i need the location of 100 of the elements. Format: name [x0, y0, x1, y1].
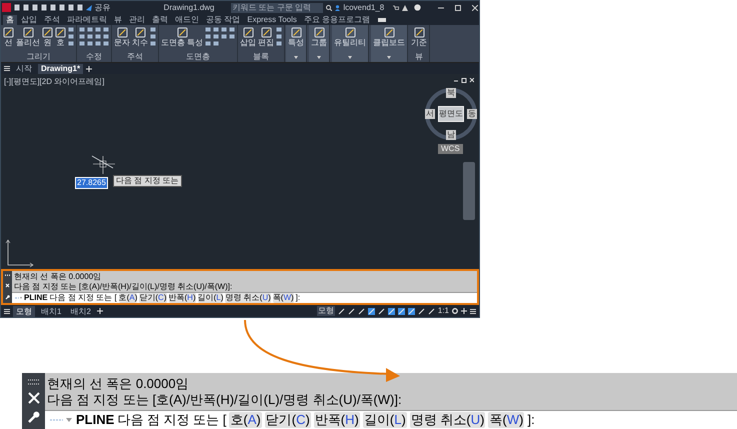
- viewport-label[interactable]: [-][평면도][2D 와이어프레임]: [4, 76, 104, 88]
- status-toggle-icon[interactable]: [428, 308, 435, 314]
- command-option[interactable]: 호(A): [118, 293, 138, 303]
- menu-icon[interactable]: [4, 308, 10, 314]
- annotation-scale[interactable]: 1:1: [438, 306, 449, 316]
- tool-icon[interactable]: [42, 27, 53, 38]
- tool-icon[interactable]: [176, 27, 188, 38]
- tool-label[interactable]: 원: [44, 38, 52, 48]
- ribbon-options-icon[interactable]: [378, 18, 386, 22]
- tool-label[interactable]: 치수: [132, 38, 148, 48]
- tool-icon[interactable]: [260, 27, 272, 38]
- tool-icon[interactable]: [116, 27, 128, 38]
- tool-icon[interactable]: [55, 27, 66, 38]
- compass-label[interactable]: 북: [446, 88, 456, 98]
- layout-tab[interactable]: 배치2: [67, 306, 94, 316]
- ribbon-tab[interactable]: 파라메트릭: [64, 15, 110, 25]
- tool-icon[interactable]: [22, 27, 34, 38]
- command-option[interactable]: 폭(W): [488, 412, 524, 428]
- minimize-icon[interactable]: [438, 4, 444, 10]
- tool-icon[interactable]: [384, 27, 395, 38]
- command-option[interactable]: 반폭(H): [314, 412, 360, 428]
- panel-title[interactable]: 주석: [127, 52, 143, 62]
- viewcube-face[interactable]: 평면도: [438, 106, 464, 122]
- status-toggle-icon[interactable]: [388, 308, 395, 314]
- grip-icon[interactable]: [5, 274, 10, 277]
- search-icon[interactable]: [326, 4, 332, 10]
- status-toggle-icon[interactable]: [378, 308, 385, 314]
- tool-label[interactable]: 폴리선: [16, 38, 40, 48]
- status-toggle-icon[interactable]: [408, 308, 415, 314]
- status-toggle-icon[interactable]: [368, 308, 375, 314]
- ribbon-tab[interactable]: 공동 작업: [203, 15, 244, 25]
- search-field[interactable]: 키워드 또는 구문 입력: [231, 2, 324, 12]
- tool-icon[interactable]: [290, 27, 302, 38]
- add-tab-icon[interactable]: [96, 308, 103, 314]
- tool-label[interactable]: 호: [56, 38, 64, 48]
- plus-icon[interactable]: [461, 308, 467, 314]
- share-label[interactable]: 공유: [94, 2, 111, 12]
- document-tab[interactable]: 시작: [13, 64, 35, 74]
- caret-icon[interactable]: [317, 56, 322, 58]
- status-toggle-icon[interactable]: [348, 308, 355, 314]
- status-toggle-icon[interactable]: [398, 308, 405, 314]
- panel-title[interactable]: 그리기: [26, 52, 50, 62]
- dynamic-input-field[interactable]: 27.8265: [75, 177, 108, 189]
- panel-title[interactable]: 뷰: [415, 52, 424, 62]
- ribbon-tab[interactable]: 삽입: [18, 15, 40, 25]
- caret-icon[interactable]: [294, 56, 298, 58]
- close-icon[interactable]: [472, 4, 478, 10]
- tool-icon[interactable]: [134, 27, 146, 38]
- compass-label[interactable]: 남: [446, 130, 456, 140]
- ribbon-tab[interactable]: 관리: [126, 15, 148, 25]
- ribbon-tab[interactable]: Express Tools: [244, 15, 300, 25]
- tool-icon[interactable]: [344, 27, 356, 38]
- viewport-controls-icon[interactable]: [454, 78, 474, 83]
- ribbon-tab[interactable]: 애드인: [172, 15, 202, 25]
- wrench-icon[interactable]: [5, 294, 10, 300]
- wrench-icon[interactable]: [28, 411, 40, 424]
- panel-title[interactable]: 도면층: [186, 52, 210, 62]
- ribbon-tab[interactable]: 출력: [149, 15, 171, 25]
- panel-title[interactable]: 블록: [253, 52, 270, 62]
- tool-icon[interactable]: [314, 27, 325, 38]
- maximize-icon[interactable]: [455, 4, 462, 10]
- tool-label[interactable]: 편집: [258, 38, 274, 48]
- tool-label[interactable]: 기준: [411, 38, 428, 48]
- command-option[interactable]: 닫기(C): [264, 412, 311, 428]
- tool-icon[interactable]: [3, 27, 14, 38]
- share-icon[interactable]: [86, 4, 92, 10]
- caret-icon[interactable]: [387, 56, 392, 58]
- menu-icon[interactable]: [4, 66, 10, 71]
- ucs-menu[interactable]: WCS: [438, 144, 463, 154]
- status-toggle-icon[interactable]: [358, 308, 365, 314]
- caret-icon[interactable]: [348, 56, 352, 58]
- command-option[interactable]: 호(A): [229, 412, 262, 428]
- layout-tab[interactable]: 모형: [13, 306, 35, 316]
- command-option[interactable]: 명령 취소(U): [410, 412, 486, 428]
- status-toggle-icon[interactable]: [418, 308, 425, 314]
- tool-icon[interactable]: [414, 27, 425, 38]
- command-option[interactable]: 명령 취소(U): [225, 293, 271, 303]
- command-option[interactable]: 닫기(C): [139, 293, 166, 303]
- model-space-button[interactable]: 모형: [316, 306, 335, 316]
- compass-label[interactable]: 동: [467, 109, 477, 119]
- panel-title[interactable]: 수정: [86, 52, 102, 62]
- ribbon-tab[interactable]: 주석: [41, 15, 63, 25]
- grip-icon[interactable]: [28, 378, 40, 385]
- tool-icon[interactable]: [242, 27, 254, 38]
- compass-label[interactable]: 서: [425, 109, 435, 119]
- command-option[interactable]: 길이(L): [198, 293, 224, 303]
- user-icon[interactable]: [335, 4, 340, 10]
- tool-label[interactable]: 도면층 특성: [161, 38, 204, 48]
- ribbon-tab[interactable]: 주요 응용프로그램: [300, 15, 374, 25]
- menu-icon[interactable]: [470, 308, 476, 314]
- ribbon-tab[interactable]: 뷰: [111, 15, 125, 25]
- ribbon-tab[interactable]: 홈: [3, 15, 17, 25]
- cart-icon[interactable]: [393, 4, 400, 10]
- tool-label[interactable]: 삽입: [240, 38, 256, 48]
- tool-label[interactable]: 선: [4, 38, 12, 48]
- command-option[interactable]: 반폭(H): [168, 293, 196, 303]
- status-toggle-icon[interactable]: [338, 308, 345, 314]
- tool-label[interactable]: 문자: [114, 38, 130, 48]
- user-name[interactable]: lcovend1_8: [343, 2, 384, 14]
- layout-tab[interactable]: 배치1: [38, 306, 64, 316]
